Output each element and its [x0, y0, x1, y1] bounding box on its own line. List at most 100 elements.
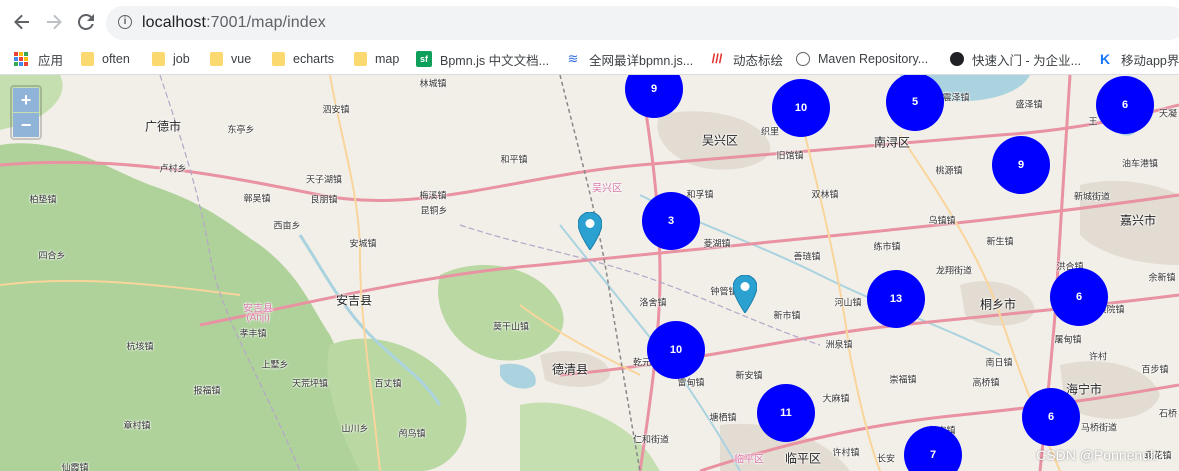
bookmark-map[interactable]: map — [353, 49, 399, 69]
place-label: 洛舍镇 — [639, 297, 667, 308]
place-label: 屠甸镇 — [1054, 334, 1082, 345]
place-label: 东亭乡 — [227, 124, 255, 135]
cluster-marker[interactable]: 11 — [757, 384, 815, 442]
place-label: 马桥街道 — [1080, 422, 1118, 433]
place-label: 卢村乡 — [159, 163, 187, 174]
place-label: 安吉县 — [335, 293, 373, 308]
place-label: 仁和街道 — [632, 434, 670, 445]
url-text[interactable]: localhost:7001/map/index — [142, 14, 326, 32]
place-label: 新城街道 — [1073, 191, 1111, 202]
dark-logo-icon — [950, 52, 964, 66]
folder-icon — [272, 52, 285, 66]
place-label: 新市镇 — [773, 310, 801, 321]
cluster-marker[interactable]: 5 — [886, 75, 944, 131]
place-label: 善琏镇 — [793, 251, 821, 262]
place-label: 石桥 — [1158, 408, 1178, 419]
place-label: 章村镇 — [123, 420, 151, 431]
cluster-marker[interactable]: 10 — [647, 321, 705, 379]
lake — [500, 363, 536, 389]
place-label: 上墅乡 — [261, 359, 289, 370]
place-label: 长安 — [876, 453, 896, 464]
place-label: 油车港镇 — [1121, 158, 1159, 169]
stripes-icon: /// — [711, 51, 723, 66]
info-icon[interactable]: i — [118, 15, 132, 29]
back-arrow-icon — [14, 14, 29, 30]
place-label: 南浔区 — [873, 135, 911, 150]
cluster-marker[interactable]: 6 — [1050, 268, 1108, 326]
folder-icon — [210, 52, 223, 66]
bookmark-job[interactable]: job — [151, 49, 190, 69]
place-label: 练市镇 — [873, 241, 901, 252]
zoom-in-button[interactable]: + — [13, 88, 39, 112]
forward-arrow-icon — [47, 14, 62, 30]
place-label: 龙翔街道 — [935, 265, 973, 276]
cluster-marker[interactable]: 3 — [642, 192, 700, 250]
cluster-marker[interactable]: 6 — [1022, 388, 1080, 446]
place-label: (Anji) — [246, 312, 270, 324]
bookmark-bpmn-docs[interactable]: sf Bpmn.js 中文文档... — [416, 49, 549, 69]
place-label: 西亩乡 — [273, 220, 301, 231]
place-label: 河山镇 — [834, 297, 862, 308]
place-label: 鸬鸟镇 — [398, 428, 426, 439]
place-label: 盛泽镇 — [1015, 99, 1043, 110]
bookmark-bpmn-juejin[interactable]: ≋ 全网最详bpmn.js... — [565, 49, 694, 69]
place-label: 大麻镇 — [822, 393, 850, 404]
expressway — [638, 75, 662, 471]
cluster-marker[interactable]: 10 — [772, 79, 830, 137]
cluster-marker[interactable]: 9 — [992, 136, 1050, 194]
reload-button[interactable] — [74, 10, 98, 34]
map-marker-icon[interactable] — [733, 275, 757, 313]
bookmark-often[interactable]: often — [80, 49, 130, 69]
place-label: 泗安镇 — [322, 104, 350, 115]
bookmark-quickstart[interactable]: 快速入门 - 为企业... — [950, 49, 1081, 69]
bookmark-echarts[interactable]: echarts — [271, 49, 334, 69]
forest-area — [438, 265, 564, 361]
cluster-marker[interactable]: 6 — [1096, 76, 1154, 134]
place-label: 新安镇 — [735, 370, 763, 381]
map-marker-icon[interactable] — [578, 212, 602, 250]
place-label: 乌镇镇 — [928, 215, 956, 226]
folder-icon — [152, 52, 165, 66]
place-label: 桃源镇 — [935, 165, 963, 176]
place-label: 高桥镇 — [972, 377, 1000, 388]
bookmark-apps[interactable]: 应用 — [14, 49, 63, 69]
place-label: 织里 — [760, 126, 780, 137]
zoom-out-button[interactable]: − — [13, 113, 39, 137]
back-button[interactable] — [10, 10, 34, 34]
bookmark-dynamic-plot[interactable]: /// 动态标绘 — [709, 49, 783, 69]
forward-button[interactable] — [42, 10, 66, 34]
place-label: 天荒坪镇 — [291, 378, 329, 389]
place-label: 海宁市 — [1065, 382, 1103, 397]
bookmark-vue[interactable]: vue — [209, 49, 251, 69]
place-label: 和孚镇 — [686, 189, 714, 200]
place-label: 昆铜乡 — [420, 205, 448, 216]
place-label: 新生镇 — [986, 236, 1014, 247]
juejin-icon: ≋ — [567, 51, 579, 66]
watermark: CSDN @Ponnenult — [1036, 447, 1157, 463]
place-label: 崇福镇 — [889, 374, 917, 385]
apps-icon — [14, 52, 30, 66]
place-label: 临平区 — [784, 451, 822, 466]
k-logo-icon: K — [1099, 51, 1111, 67]
map-canvas[interactable]: 广德市 东亭乡 卢村乡 柏垫镇 四合乡 天子湖镇 鄣吴镇 良朋镇 西亩乡 梅溪镇… — [0, 75, 1179, 471]
globe-icon — [796, 52, 810, 66]
place-label: 百步镇 — [1141, 364, 1169, 375]
place-label: 百丈镇 — [374, 378, 402, 389]
place-label: 吴兴区 — [592, 183, 622, 195]
place-label: 鄣吴镇 — [243, 193, 271, 204]
place-label: 吴兴区 — [701, 133, 739, 148]
bookmark-mobile-app[interactable]: K 移动app界 — [1097, 49, 1179, 69]
cluster-marker[interactable]: 13 — [867, 270, 925, 328]
place-label: 许村镇 — [832, 447, 860, 458]
sf-icon: sf — [416, 51, 432, 67]
place-label: 洲泉镇 — [825, 339, 853, 350]
place-label: 仙霞镇 — [61, 462, 89, 471]
folder-icon — [354, 52, 367, 66]
place-label: 双林镇 — [811, 189, 839, 200]
folder-icon — [81, 52, 94, 66]
place-label: 广德市 — [144, 119, 182, 134]
place-label: 孝丰镇 — [239, 328, 267, 339]
address-bar[interactable]: i localhost:7001/map/index — [106, 6, 1179, 40]
place-label: 柏垫镇 — [29, 194, 57, 205]
bookmark-maven[interactable]: Maven Repository... — [796, 49, 928, 69]
